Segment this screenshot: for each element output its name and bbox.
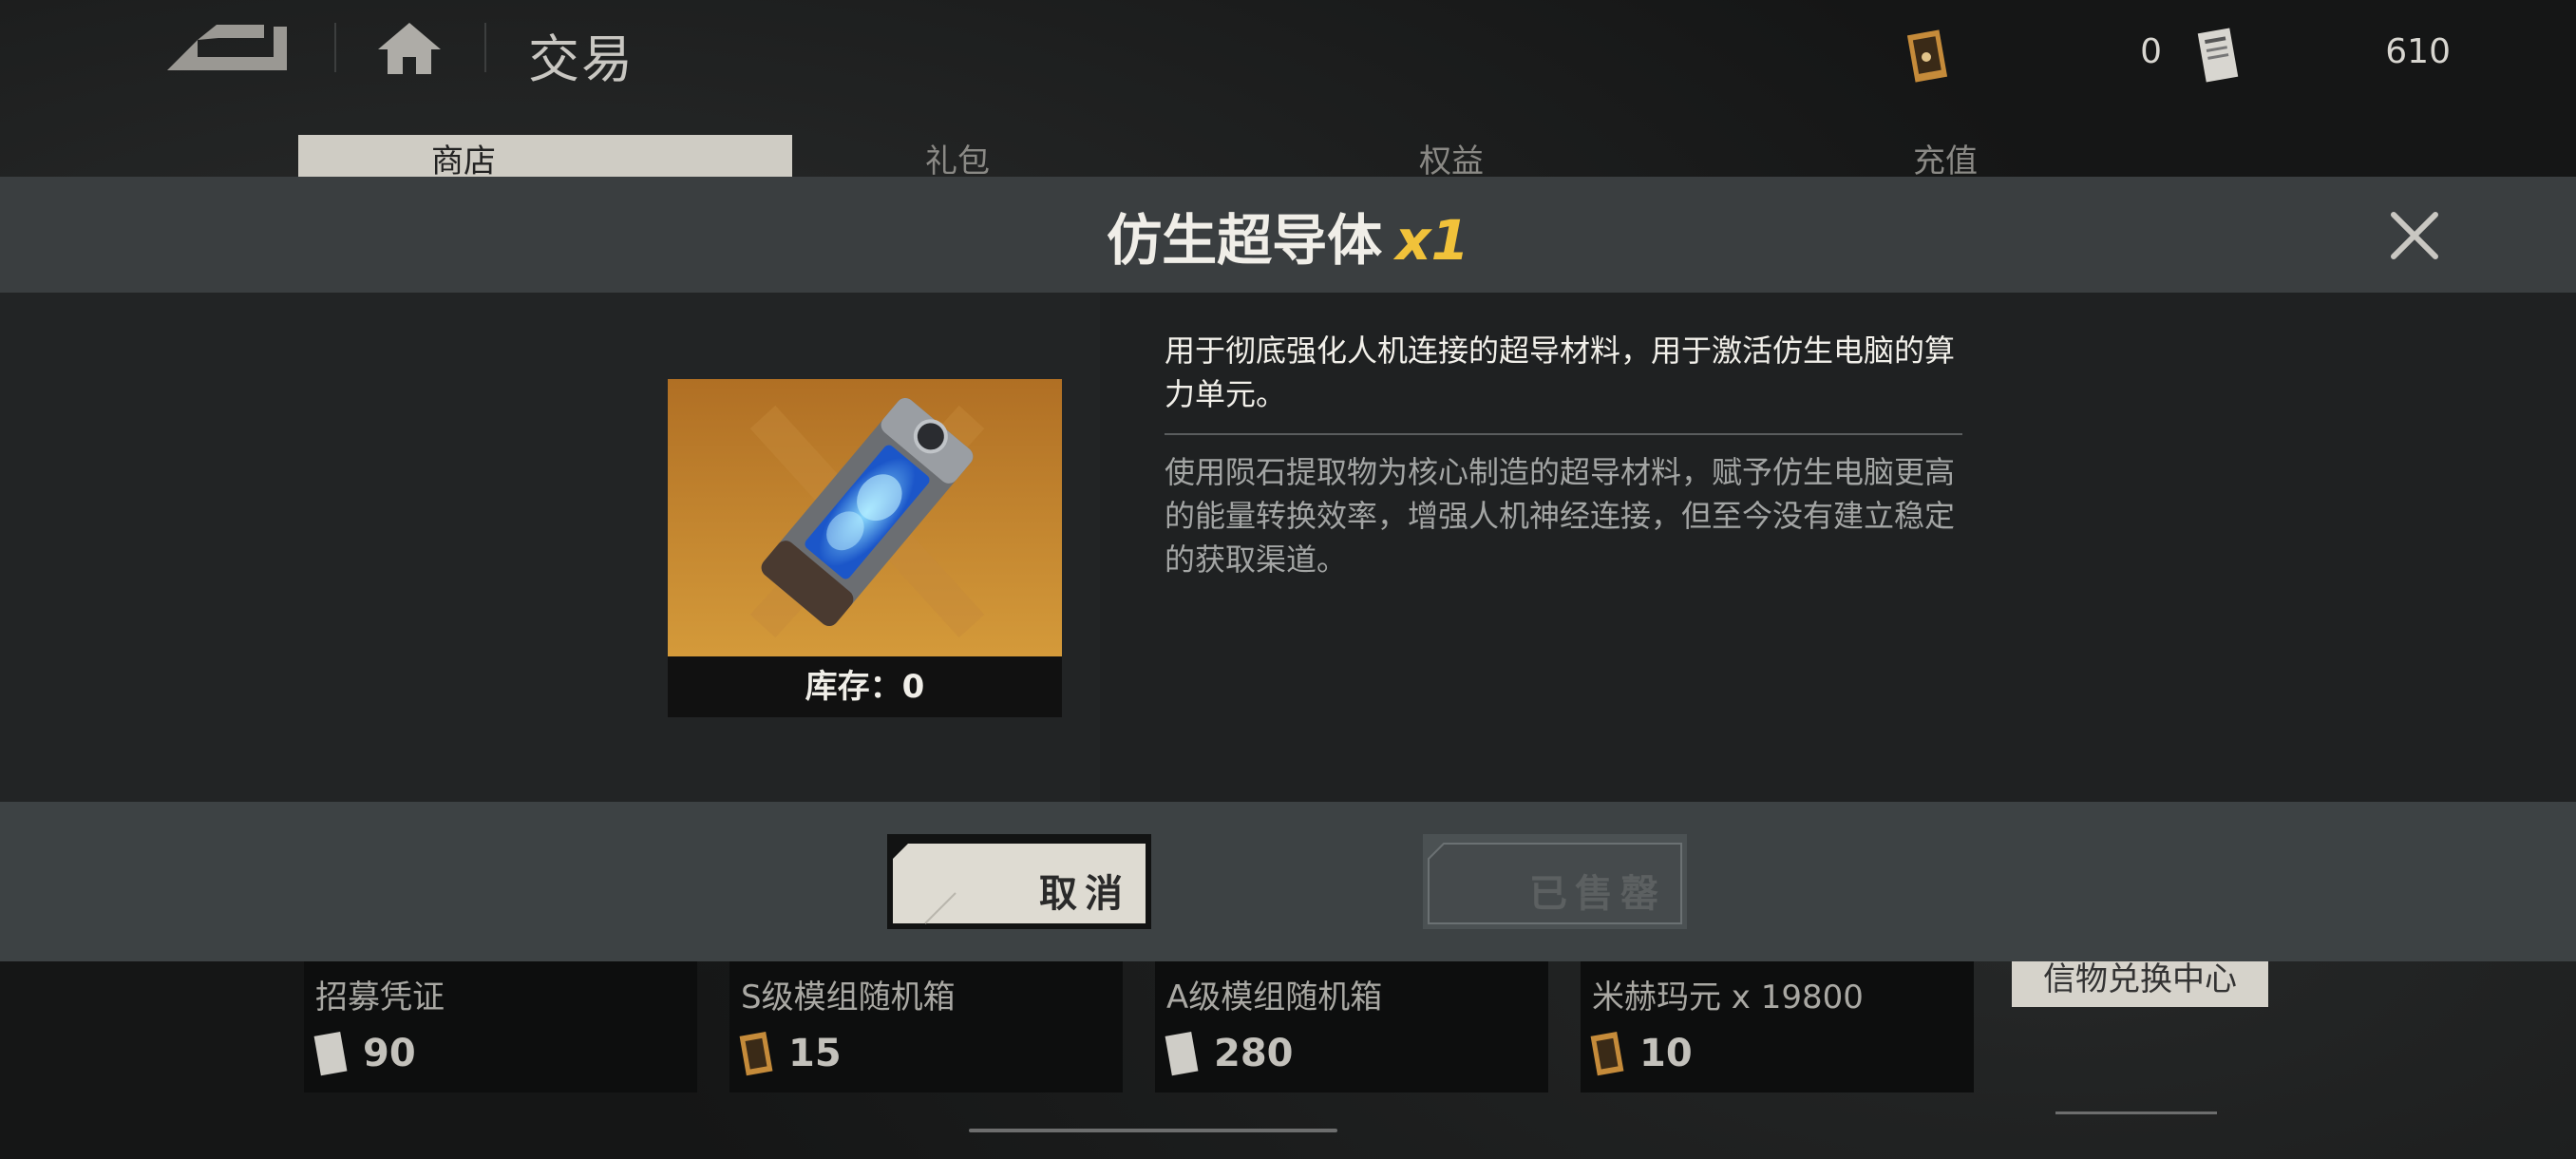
shop-item[interactable]: 米赫玛元 x 19800 10 <box>1581 961 1974 1092</box>
divider <box>334 23 336 72</box>
item-quantity: x1 <box>1395 208 1469 273</box>
item-name: 仿生超导体 <box>1107 208 1383 273</box>
currency-1-value: 0 <box>2140 32 2162 71</box>
back-button[interactable] <box>160 19 294 76</box>
shop-item-price: 280 <box>1214 1032 1294 1075</box>
shop-item-price: 10 <box>1639 1032 1693 1075</box>
cancel-button-label: 取消 <box>1039 872 1130 916</box>
item-lore: 使用陨石提取物为核心制造的超导材料，赋予仿生电脑更高的能量转换效率，增强人机神经… <box>1165 454 1956 578</box>
divider <box>484 23 486 72</box>
exchange-center-panel[interactable]: 信物兑换中心 <box>1995 952 2270 1066</box>
recruit-voucher-icon <box>1906 29 1948 83</box>
stock-label: 库存：0 <box>805 668 925 706</box>
shop-item-name: 米赫玛元 x 19800 <box>1592 978 1864 1016</box>
sold-out-button-label: 已售罄 <box>1529 872 1666 916</box>
superconductor-item-image <box>668 379 1062 656</box>
home-icon[interactable] <box>376 19 443 76</box>
cancel-button[interactable]: 取消 <box>887 834 1151 929</box>
sold-out-button[interactable]: 已售罄 <box>1423 834 1687 929</box>
shop-item-name: A级模组随机箱 <box>1166 978 1383 1016</box>
home-indicator[interactable] <box>969 1129 1337 1132</box>
modal-footer <box>0 802 2576 961</box>
shop-item-price: 90 <box>363 1032 416 1075</box>
item-description: 用于彻底强化人机连接的超导材料，用于激活仿生电脑的算力单元。 <box>1165 332 1956 412</box>
ticket-icon <box>2197 28 2239 83</box>
shop-item[interactable]: 招募凭证 90 <box>304 961 697 1092</box>
tab-bundle[interactable]: 礼包 <box>792 135 1286 180</box>
page-title: 交易 <box>528 29 635 89</box>
side-indicator <box>2055 1112 2217 1114</box>
shop-item-name: S级模组随机箱 <box>741 978 956 1016</box>
ticket-icon <box>313 1032 348 1076</box>
close-icon[interactable] <box>2386 207 2443 264</box>
tab-recharge[interactable]: 充值 <box>1780 135 2274 180</box>
recruit-voucher-icon <box>739 1032 773 1076</box>
shop-item-price: 15 <box>788 1032 842 1075</box>
modal-title: 仿生超导体 x1 <box>0 196 2576 276</box>
tab-bar: 商店 礼包 权益 充值 <box>298 135 2274 180</box>
shop-item-name: 招募凭证 <box>315 978 445 1016</box>
description-divider <box>1165 433 1962 435</box>
top-bar: 交易 0 610 <box>0 0 2576 104</box>
recruit-voucher-icon <box>1590 1032 1624 1076</box>
currency-2-value: 610 <box>2385 32 2451 71</box>
shop-item[interactable]: S级模组随机箱 15 <box>729 961 1123 1092</box>
ticket-icon <box>1165 1032 1199 1076</box>
tab-shop[interactable]: 商店 <box>298 135 792 180</box>
shop-item[interactable]: A级模组随机箱 280 <box>1155 961 1548 1092</box>
tab-benefits[interactable]: 权益 <box>1286 135 1780 180</box>
